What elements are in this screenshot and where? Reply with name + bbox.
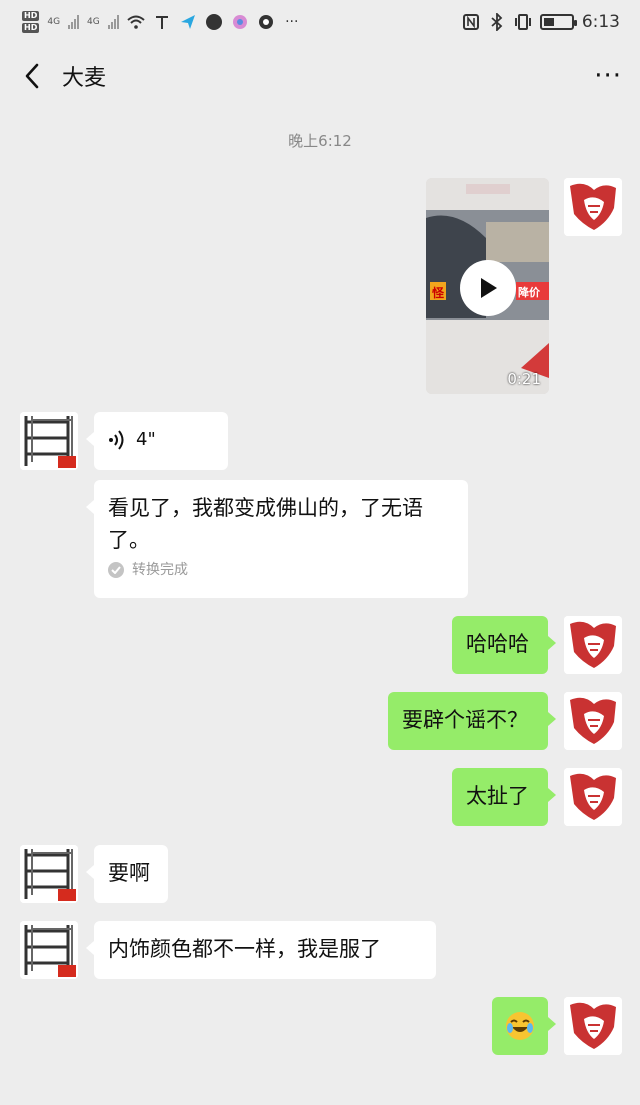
battery-icon: [539, 14, 577, 30]
video-message[interactable]: 怪 降价 0:21: [426, 178, 549, 394]
antenna-icon: [153, 13, 171, 31]
hd-badge: HD: [22, 11, 40, 21]
transcript-status-label: 转换完成: [132, 562, 188, 578]
chat-title: 大麦: [62, 66, 107, 91]
video-duration: 0:21: [507, 370, 541, 388]
received-message[interactable]: 内饰颜色都不一样，我是服了: [86, 921, 436, 979]
my-avatar[interactable]: [564, 616, 622, 674]
sent-emoji-message[interactable]: [492, 997, 556, 1055]
chevron-left-icon: [25, 63, 39, 89]
colorful-app-icon: [231, 13, 249, 31]
laughing-crying-emoji-icon: [506, 1012, 534, 1040]
transcript-status: 转换完成: [108, 560, 454, 580]
vibrate-icon: [514, 13, 532, 31]
wifi-icon: [127, 13, 145, 31]
chat-header: 大麦 ···: [0, 44, 640, 108]
voice-message[interactable]: 4": [86, 412, 228, 470]
hd-badge: HD: [22, 23, 40, 33]
more-options-button[interactable]: ···: [594, 63, 622, 89]
contact-avatar[interactable]: [20, 412, 78, 470]
check-icon: [108, 562, 124, 578]
sent-message[interactable]: 哈哈哈: [452, 616, 556, 674]
voice-duration: 4": [136, 429, 156, 450]
transcript-text: 看见了，我都变成佛山的，了无语了。: [108, 496, 423, 552]
my-avatar[interactable]: [564, 768, 622, 826]
play-button[interactable]: [460, 260, 516, 316]
signal-icon: [107, 15, 119, 29]
status-left: HD HD 4G 4G ···: [22, 11, 301, 33]
nfc-icon: [462, 13, 480, 31]
my-avatar[interactable]: [564, 692, 622, 750]
video-banner-text: 怪: [432, 286, 445, 300]
back-button[interactable]: [18, 62, 46, 90]
voice-transcript[interactable]: 看见了，我都变成佛山的，了无语了。 转换完成: [86, 480, 468, 598]
chat-app-icon: [205, 13, 223, 31]
sent-message[interactable]: 太扯了: [452, 768, 556, 826]
clock: 6:13: [581, 12, 620, 32]
contact-avatar[interactable]: [20, 845, 78, 903]
hd-indicators: HD HD: [22, 11, 40, 33]
status-right: 6:13: [462, 12, 620, 32]
my-avatar[interactable]: [564, 997, 622, 1055]
bluetooth-icon: [488, 13, 506, 31]
status-bar: HD HD 4G 4G ··· 6:13: [0, 0, 640, 44]
voice-wave-icon: [109, 430, 124, 450]
received-message[interactable]: 要啊: [86, 845, 168, 903]
voice-row: 4": [108, 424, 214, 456]
my-avatar[interactable]: [564, 178, 622, 236]
send-app-icon: [179, 13, 197, 31]
sent-message[interactable]: 要辟个谣不？: [388, 692, 556, 750]
signal-icon: [68, 15, 80, 29]
contact-avatar[interactable]: [20, 921, 78, 979]
network-type: 4G: [87, 16, 100, 27]
play-icon: [481, 278, 497, 298]
network-type: 4G: [47, 16, 61, 27]
message-timestamp: 晚上6:12: [288, 132, 352, 150]
more-notifications-icon: ···: [285, 14, 299, 30]
video-banner-text: 降价: [518, 286, 540, 299]
camera-app-icon: [257, 13, 275, 31]
